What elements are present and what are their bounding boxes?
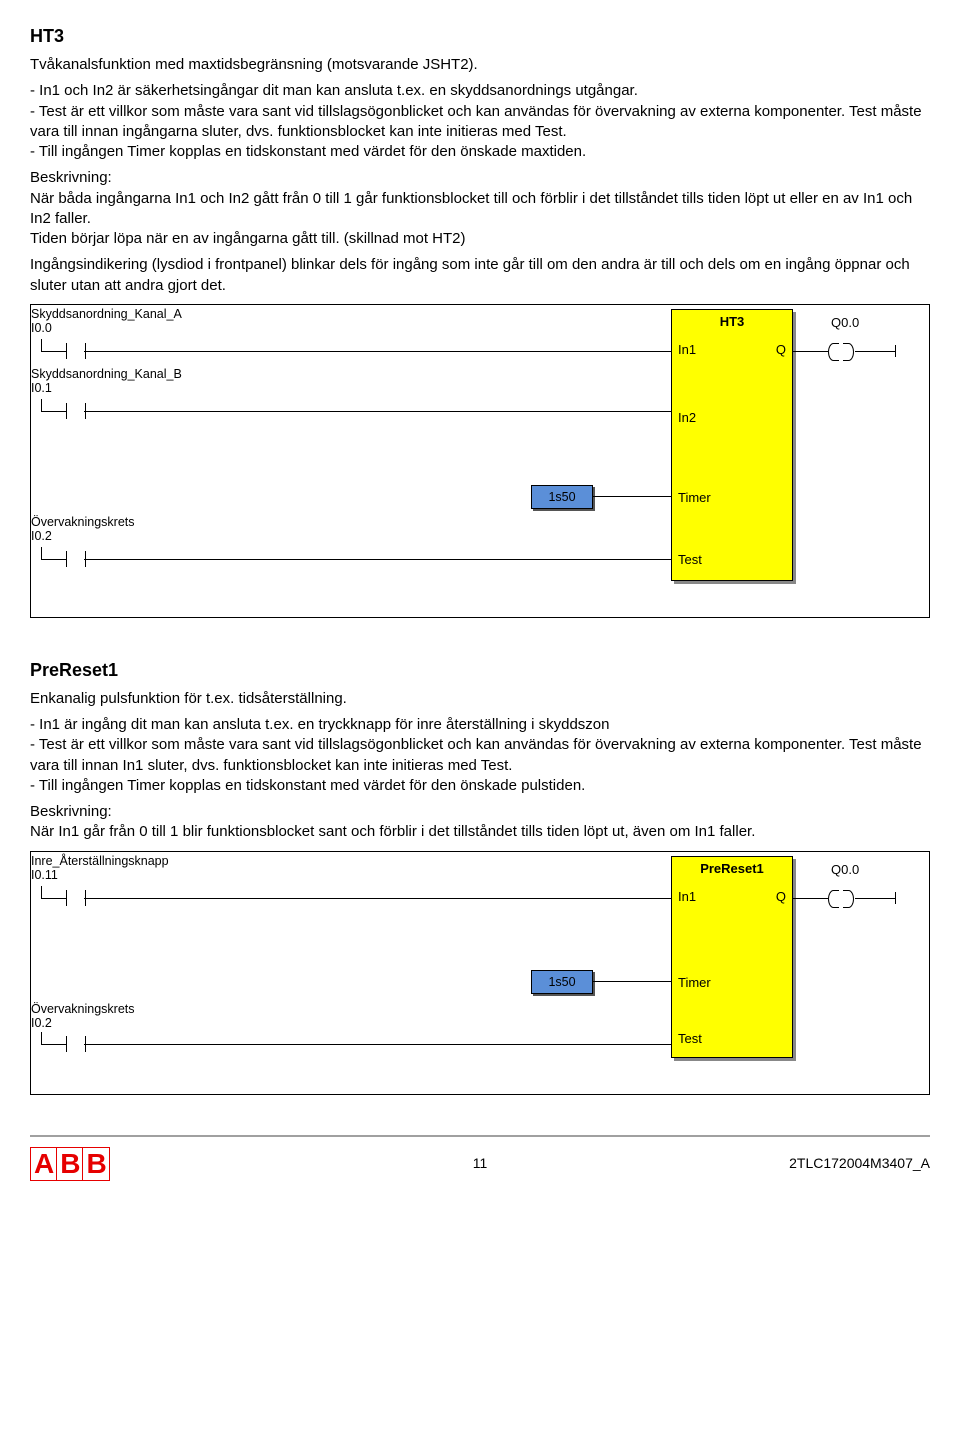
ht3-port-timer: Timer (678, 490, 711, 505)
prereset-fb-title: PreReset1 (672, 861, 792, 876)
ht3-port-test: Test (678, 552, 702, 567)
prereset-in2-label: Övervakningskrets (31, 1002, 135, 1016)
coil-icon (828, 343, 839, 361)
ht3-in3-addr: I0.2 (31, 529, 52, 543)
contact-icon (66, 890, 86, 906)
ht3-port-q: Q (776, 342, 786, 357)
abb-logo: ABB (30, 1147, 109, 1181)
prereset-bullets: - In1 är ingång dit man kan ansluta t.ex… (30, 715, 930, 796)
page-number: 11 (473, 1155, 488, 1171)
ht3-in1-addr: I0.0 (31, 321, 52, 335)
document-id: 2TLC172004M3407_A (789, 1155, 930, 1171)
contact-icon (66, 1036, 86, 1052)
coil-icon (843, 343, 854, 361)
ht3-port-in2: In2 (678, 410, 696, 425)
ht3-intro: Tvåkanalsfunktion med maxtidsbegränsning… (30, 55, 930, 75)
prereset-port-in1: In1 (678, 889, 696, 904)
prereset-in1-label: Inre_Återställningsknapp (31, 854, 169, 868)
ht3-desc: Beskrivning: När båda ingångarna In1 och… (30, 168, 930, 249)
coil-icon (828, 890, 839, 908)
prereset-port-test: Test (678, 1031, 702, 1046)
prereset-heading: PreReset1 (30, 660, 930, 681)
prereset-in1-addr: I0.11 (31, 868, 58, 882)
diagram-ht3: Skyddsanordning_Kanal_A I0.0 Skyddsanord… (30, 304, 930, 618)
contact-icon (66, 403, 86, 419)
ht3-in2-label: Skyddsanordning_Kanal_B (31, 367, 182, 381)
contact-icon (66, 551, 86, 567)
prereset-in2-addr: I0.2 (31, 1016, 52, 1030)
prereset-desc: Beskrivning: När In1 går från 0 till 1 b… (30, 802, 930, 843)
prereset-timer-value: 1s50 (531, 970, 593, 994)
ht3-timer-value: 1s50 (531, 485, 593, 509)
ht3-in2-addr: I0.1 (31, 381, 52, 395)
ht3-in1-label: Skyddsanordning_Kanal_A (31, 307, 182, 321)
ht3-heading: HT3 (30, 26, 930, 47)
ht3-function-block: HT3 In1 Q In2 Timer Test (671, 309, 793, 581)
ht3-port-in1: In1 (678, 342, 696, 357)
prereset-port-q: Q (776, 889, 786, 904)
ht3-output-label: Q0.0 (831, 315, 859, 330)
contact-icon (66, 343, 86, 359)
diagram-prereset: Inre_Återställningsknapp I0.11 Övervakni… (30, 851, 930, 1095)
ht3-desc2: Ingångsindikering (lysdiod i frontpanel)… (30, 255, 930, 296)
ht3-bullets: - In1 och In2 är säkerhetsingångar dit m… (30, 81, 930, 162)
prereset-port-timer: Timer (678, 975, 711, 990)
prereset-output-label: Q0.0 (831, 862, 859, 877)
coil-icon (843, 890, 854, 908)
prereset-intro: Enkanalig pulsfunktion för t.ex. tidsåte… (30, 689, 930, 709)
prereset-function-block: PreReset1 In1 Q Timer Test (671, 856, 793, 1058)
page-footer: ABB 11 2TLC172004M3407_A (30, 1135, 930, 1203)
ht3-in3-label: Övervakningskrets (31, 515, 135, 529)
ht3-fb-title: HT3 (672, 314, 792, 329)
